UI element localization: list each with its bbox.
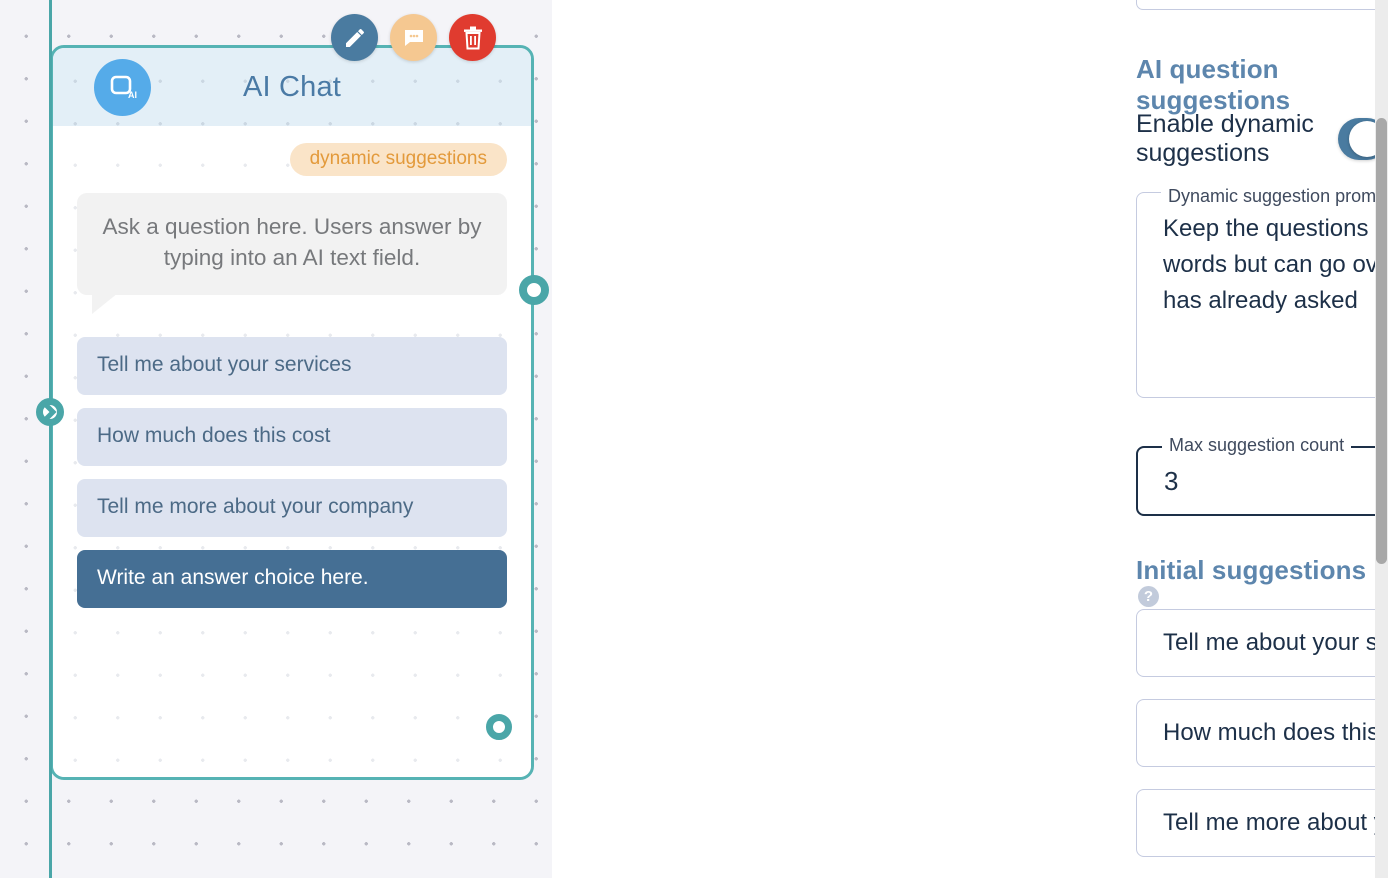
panel-scrollbar-thumb[interactable] bbox=[1376, 118, 1387, 564]
pencil-icon bbox=[345, 28, 364, 47]
ai-chat-node[interactable]: AI AI Chat dynamic suggestions Ask a que… bbox=[50, 45, 534, 780]
comment-node-button[interactable] bbox=[390, 14, 437, 61]
settings-panel: AI question suggestions Enable dynamic s… bbox=[552, 0, 1388, 878]
answer-choice-1[interactable]: How much does this cost bbox=[77, 408, 507, 467]
help-icon[interactable]: ? bbox=[1138, 586, 1159, 607]
enable-dynamic-suggestions-row: Enable dynamic suggestions bbox=[1136, 110, 1388, 168]
initial-suggestion-row: How much does this cost bbox=[1136, 699, 1388, 767]
svg-text:AI: AI bbox=[128, 90, 137, 100]
edit-node-button[interactable] bbox=[331, 14, 378, 61]
ai-chat-icon: AI bbox=[94, 59, 151, 116]
dynamic-suggestion-prompt-legend-text: Dynamic suggestion prompt bbox=[1168, 186, 1388, 206]
node-action-bar bbox=[331, 14, 496, 61]
flow-canvas[interactable]: AI AI Chat dynamic suggestions Ask a que… bbox=[0, 0, 552, 878]
incoming-edge-line bbox=[49, 0, 52, 878]
panel-scrollbar-track[interactable] bbox=[1375, 0, 1388, 878]
initial-suggestion-input[interactable]: How much does this cost bbox=[1136, 699, 1388, 767]
initial-suggestion-input[interactable]: Tell me more about your company bbox=[1136, 789, 1388, 857]
delete-node-button[interactable] bbox=[449, 14, 496, 61]
comment-icon bbox=[404, 29, 423, 46]
previous-field-partial[interactable] bbox=[1136, 0, 1388, 10]
dynamic-suggestion-prompt-field[interactable]: Dynamic suggestion prompt? Keep the ques… bbox=[1136, 180, 1388, 398]
initial-suggestion-input[interactable]: Tell me about your services bbox=[1136, 609, 1388, 677]
enable-dynamic-suggestions-label: Enable dynamic suggestions bbox=[1136, 110, 1314, 167]
tag-row: dynamic suggestions bbox=[77, 126, 507, 176]
app-root: AI AI Chat dynamic suggestions Ask a que… bbox=[0, 0, 1388, 878]
answer-choice-output-handle[interactable] bbox=[486, 714, 512, 740]
initial-suggestion-row: Tell me about your services bbox=[1136, 609, 1388, 677]
dynamic-suggestions-tag: dynamic suggestions bbox=[289, 143, 507, 176]
answer-choice-2[interactable]: Tell me more about your company bbox=[77, 479, 507, 537]
initial-suggestion-row: Tell me more about your company bbox=[1136, 789, 1388, 857]
node-output-handle[interactable] bbox=[519, 275, 549, 305]
max-suggestion-count-select[interactable]: Max suggestion count 3 bbox=[1136, 435, 1388, 516]
ai-question-suggestions-title: AI question suggestions bbox=[1136, 54, 1291, 115]
max-suggestion-count-label: Max suggestion count bbox=[1162, 435, 1352, 456]
dynamic-suggestion-prompt-value[interactable]: Keep the questions short, you should try… bbox=[1137, 193, 1388, 337]
answer-choice-3[interactable]: Write an answer choice here. bbox=[77, 549, 507, 608]
initial-suggestions-title-text: Initial suggestions bbox=[1136, 555, 1367, 585]
edge-direction-icon bbox=[38, 400, 62, 424]
node-body: dynamic suggestions Ask a question here.… bbox=[53, 126, 531, 777]
trash-icon bbox=[463, 26, 482, 49]
answer-choice-0[interactable]: Tell me about your services bbox=[77, 337, 507, 396]
dynamic-suggestion-prompt-label: Dynamic suggestion prompt? bbox=[1161, 180, 1388, 207]
max-suggestion-count-value: 3 bbox=[1164, 466, 1179, 496]
node-title: AI Chat bbox=[242, 70, 342, 103]
question-bubble[interactable]: Ask a question here. Users answer by typ… bbox=[77, 193, 507, 315]
